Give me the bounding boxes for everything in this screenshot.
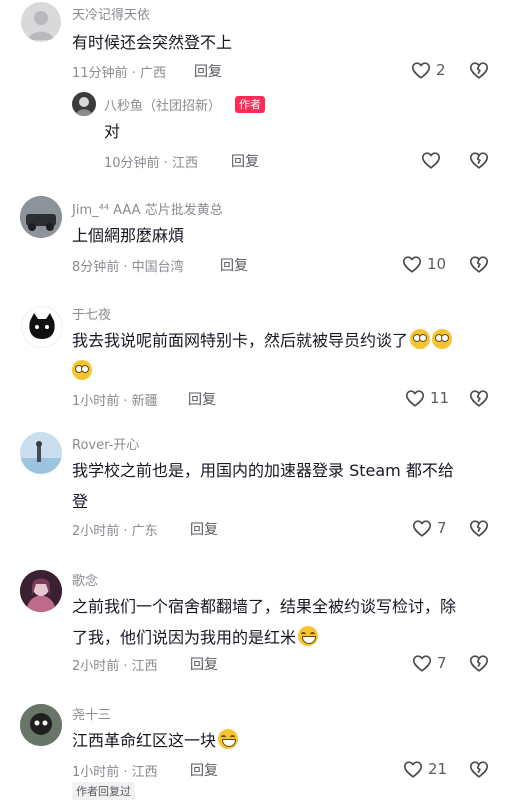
like-button[interactable]: 11	[404, 387, 449, 409]
author-replied-tag: 作者回复过	[72, 782, 135, 800]
reply-button[interactable]: 回复	[231, 151, 259, 171]
avatar[interactable]	[20, 704, 62, 746]
avatar[interactable]	[20, 570, 62, 612]
like-count: 11	[430, 389, 450, 407]
comment-time-location: 11分钟前 · 广西	[72, 66, 166, 81]
avatar-image	[20, 432, 62, 474]
emoji-icon	[432, 329, 453, 349]
like-count: 7	[437, 519, 447, 537]
comment-text: 我去我说呢前面网特别卡，然后就被导员约谈了	[72, 325, 492, 387]
comment-text: 有时候还会突然登不上	[72, 33, 233, 52]
like-button[interactable]: 7	[411, 652, 447, 674]
like-button[interactable]: 10	[401, 253, 446, 275]
emoji-icon	[410, 329, 431, 349]
comment-username[interactable]: 尧十三	[72, 704, 111, 723]
comment-item: Jim_⁴⁴ AAA 芯片批发黄总 上個網那麼麻煩 8分钟前 · 中国台湾 回复…	[0, 190, 506, 285]
like-count: 10	[427, 255, 447, 273]
broken-heart-icon[interactable]	[468, 652, 490, 674]
comment-time-location: 2小时前 · 广东	[72, 524, 158, 539]
like-count: 21	[428, 760, 448, 778]
comment-username[interactable]: 八秒鱼（社团招新）	[104, 95, 221, 114]
avatar-image	[20, 570, 62, 612]
comment-username[interactable]: 歌念	[72, 570, 98, 589]
emoji-icon	[298, 626, 319, 646]
comment-text-line: 了我，他们说因为我用的是红米	[72, 628, 297, 647]
broken-heart-icon[interactable]	[468, 149, 490, 171]
comment-text: 上個網那麼麻煩	[72, 226, 185, 245]
author-badge: 作者	[235, 96, 265, 113]
like-button[interactable]	[420, 149, 446, 171]
avatar[interactable]	[20, 432, 62, 474]
reply-button[interactable]: 回复	[194, 61, 222, 81]
comment-username[interactable]: 天冷记得天依	[72, 4, 150, 23]
heart-outline-icon	[411, 652, 433, 674]
avatar-image	[75, 97, 93, 116]
comment-item: 天冷记得天依 有时候还会突然登不上 11分钟前 · 广西 回复 2	[0, 0, 506, 88]
broken-heart-icon[interactable]	[468, 517, 490, 539]
avatar[interactable]	[21, 306, 63, 348]
heart-outline-icon	[420, 149, 442, 171]
reply-button[interactable]: 回复	[190, 760, 218, 780]
comment-text-content: 江西革命红区这一块	[72, 731, 217, 750]
emoji-icon	[72, 360, 92, 380]
comment-username[interactable]: Rover-开心	[72, 434, 139, 453]
heart-outline-icon	[402, 758, 424, 780]
heart-outline-icon	[404, 387, 426, 409]
comment-text-line: 之前我们一个宿舍都翻墙了，结果全被约谈写检讨，除	[72, 597, 457, 616]
default-user-icon	[28, 11, 54, 40]
avatar-image	[20, 196, 62, 238]
comment-text-line: 登	[72, 492, 89, 511]
emoji-icon	[218, 729, 239, 749]
reply-button[interactable]: 回复	[190, 519, 218, 539]
avatar[interactable]	[21, 2, 61, 42]
comment-text-line: 我学校之前也是，用国内的加速器登录 Steam 都不给	[72, 461, 454, 480]
avatar[interactable]	[72, 92, 96, 116]
reply-button[interactable]: 回复	[220, 255, 248, 275]
reply-button[interactable]: 回复	[190, 654, 218, 674]
like-count: 2	[436, 61, 446, 79]
avatar[interactable]	[20, 196, 62, 238]
like-button[interactable]: 21	[402, 758, 447, 780]
broken-heart-icon[interactable]	[468, 758, 490, 780]
reply-item: 八秒鱼（社团招新） 作者 对 10分钟前 · 江西 回复	[0, 88, 506, 178]
comment-time-location: 8分钟前 · 中国台湾	[72, 260, 184, 275]
comment-text: 对	[104, 122, 121, 141]
comment-text: 江西革命红区这一块	[72, 725, 239, 756]
comment-time-location: 1小时前 · 新疆	[72, 394, 158, 409]
avatar-image	[29, 313, 55, 339]
comment-time-location: 2小时前 · 江西	[72, 659, 158, 674]
comment-time-location: 1小时前 · 江西	[72, 765, 158, 780]
comment-text-content: 我去我说呢前面网特别卡，然后就被导员约谈了	[72, 331, 409, 350]
broken-heart-icon[interactable]	[468, 253, 490, 275]
comment-username[interactable]: 于七夜	[72, 304, 111, 323]
comment-text: 之前我们一个宿舍都翻墙了，结果全被约谈写检讨，除 了我，他们说因为我用的是红米	[72, 591, 497, 653]
comment-item: 于七夜 我去我说呢前面网特别卡，然后就被导员约谈了 1小时前 · 新疆 回复 1…	[0, 300, 506, 420]
heart-outline-icon	[401, 253, 423, 275]
comment-item: Rover-开心 我学校之前也是，用国内的加速器登录 Steam 都不给 登 2…	[0, 430, 506, 550]
comment-time-location: 10分钟前 · 江西	[104, 156, 198, 171]
like-button[interactable]: 2	[410, 59, 446, 81]
reply-button[interactable]: 回复	[188, 389, 216, 409]
broken-heart-icon[interactable]	[468, 387, 490, 409]
heart-outline-icon	[411, 517, 433, 539]
comment-username[interactable]: Jim_⁴⁴ AAA 芯片批发黄总	[72, 199, 223, 218]
comment-text: 我学校之前也是，用国内的加速器登录 Steam 都不给 登	[72, 455, 497, 517]
broken-heart-icon[interactable]	[468, 59, 490, 81]
heart-outline-icon	[410, 59, 432, 81]
like-count: 7	[437, 654, 447, 672]
comment-item: 歌念 之前我们一个宿舍都翻墙了，结果全被约谈写检讨，除 了我，他们说因为我用的是…	[0, 566, 506, 686]
like-button[interactable]: 7	[411, 517, 447, 539]
comment-item: 尧十三 江西革命红区这一块 1小时前 · 江西 回复 21 作者回复过	[0, 700, 506, 800]
avatar-image	[20, 704, 62, 746]
